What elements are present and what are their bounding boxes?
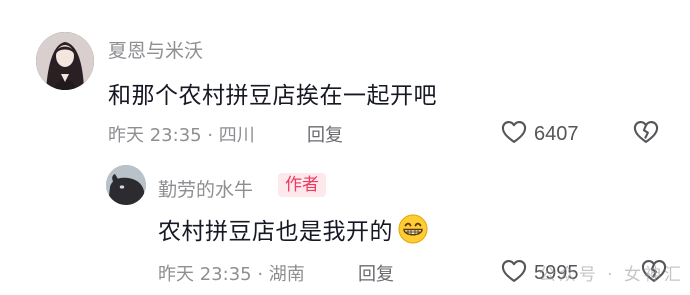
- heart-icon[interactable]: [500, 257, 528, 289]
- author-avatar-image: [106, 165, 146, 205]
- grinning-emoji-icon: [397, 213, 429, 245]
- avatar[interactable]: [36, 32, 94, 90]
- reply-button[interactable]: 回复: [307, 121, 343, 147]
- watermark: 公众号 · 女神汇: [538, 265, 684, 285]
- like-count: 6407: [534, 122, 579, 145]
- comment-thread: 夏恩与米沃 和那个农村拼豆店挨在一起开吧 昨天 23:35 · 四川 回复 64…: [0, 0, 690, 295]
- comment-meta: 昨天 23:35 · 四川: [108, 125, 255, 146]
- author-avatar[interactable]: [106, 165, 146, 205]
- broken-heart-icon[interactable]: [632, 118, 660, 150]
- comment-text: 和那个农村拼豆店挨在一起开吧: [108, 83, 437, 109]
- user-avatar-image: [36, 32, 94, 90]
- author-badge: 作者: [278, 173, 326, 197]
- heart-icon[interactable]: [500, 118, 528, 150]
- dislike-button[interactable]: [632, 118, 660, 150]
- reply-text-row: 农村拼豆店也是我开的: [158, 212, 429, 246]
- comment-username[interactable]: 夏恩与米沃: [108, 36, 203, 63]
- reply-username[interactable]: 勤劳的水牛: [158, 175, 253, 202]
- reply-reply-button[interactable]: 回复: [358, 260, 394, 286]
- reply-text: 农村拼豆店也是我开的: [158, 219, 393, 245]
- reply-meta: 昨天 23:35 · 湖南: [158, 264, 305, 285]
- like-button[interactable]: 6407: [500, 118, 579, 150]
